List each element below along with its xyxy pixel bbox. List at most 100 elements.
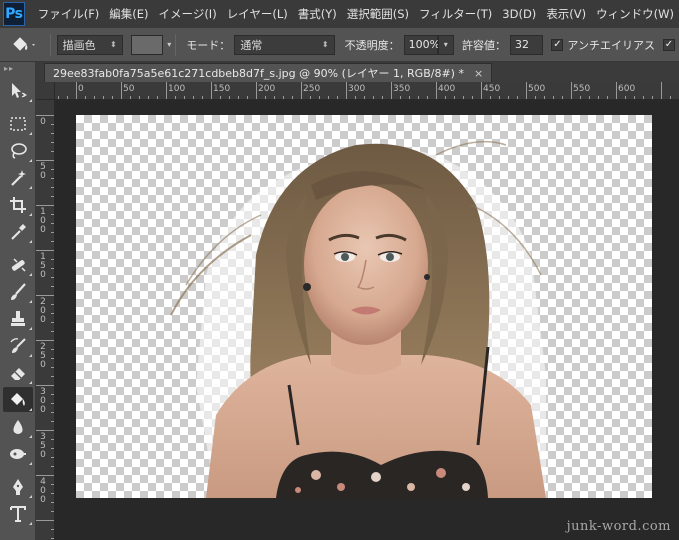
- crop-tool[interactable]: [3, 192, 33, 217]
- ruler-tick: [256, 82, 257, 99]
- pen-tool[interactable]: [3, 474, 33, 499]
- menu-edit[interactable]: 編集(E): [104, 0, 153, 28]
- ruler-tick: [36, 385, 54, 386]
- ruler-tick: [571, 82, 572, 99]
- document-tab[interactable]: 29ee83fab0fa75a5e61c271cdbeb8d7f_s.jpg @…: [44, 63, 493, 82]
- blend-mode-dropdown[interactable]: 通常 ⬍: [234, 34, 335, 55]
- magic-wand-tool[interactable]: [3, 165, 33, 190]
- ruler-tick: [526, 82, 527, 99]
- menu-window[interactable]: ウィンドウ(W): [591, 0, 679, 28]
- tool-flyout-indicator: [29, 327, 32, 330]
- document-canvas[interactable]: [76, 115, 652, 498]
- tool-flyout-indicator: [29, 300, 32, 303]
- menu-file[interactable]: ファイル(F): [33, 0, 105, 28]
- fill-source-dropdown[interactable]: 描画色 ⬍: [56, 34, 123, 55]
- menu-view[interactable]: 表示(V): [541, 0, 591, 28]
- antialias-option[interactable]: ✓ アンチエイリアス: [551, 37, 655, 53]
- ruler-label: 5 0: [40, 162, 46, 181]
- mode-label: モード：: [186, 38, 231, 52]
- opacity-slider-toggle[interactable]: ▾: [437, 34, 454, 55]
- blur-tool[interactable]: [3, 414, 33, 439]
- pattern-swatch[interactable]: ▾: [130, 34, 171, 55]
- brush-tool-icon: [11, 282, 26, 300]
- tolerance-label: 許容値：: [462, 38, 506, 52]
- ruler-label: 3 5 0: [40, 432, 46, 460]
- clone-stamp-tool-icon: [11, 310, 25, 326]
- tool-flyout-indicator: [29, 159, 32, 162]
- watermark: junk-word.com: [566, 519, 671, 534]
- menu-layer[interactable]: レイヤー(L): [222, 0, 293, 28]
- blend-mode-value: 通常: [240, 38, 263, 52]
- tool-flyout-indicator: [29, 381, 32, 384]
- ruler-label: 1 5 0: [40, 252, 46, 280]
- ruler-tick: [481, 82, 482, 99]
- fill-source-value: 描画色: [62, 38, 96, 52]
- blur-tool-icon: [13, 419, 23, 434]
- type-tool[interactable]: [3, 501, 33, 526]
- tool-separator: [0, 103, 35, 109]
- ruler-origin[interactable]: [36, 82, 55, 100]
- clone-stamp-tool[interactable]: [3, 306, 33, 331]
- ruler-label: 550: [573, 84, 591, 94]
- ruler-tick: [301, 82, 302, 99]
- horizontal-ruler[interactable]: 0 50 100 150 200 250 300 350 400 450 500 550 600: [55, 82, 679, 100]
- marquee-tool[interactable]: [3, 111, 33, 136]
- pen-tool-icon: [13, 478, 23, 495]
- paint-bucket-tool[interactable]: [3, 387, 33, 412]
- portrait-photo: [170, 140, 546, 498]
- ruler-tick: [391, 82, 392, 99]
- brush-tool[interactable]: [3, 279, 33, 304]
- eyedropper-tool-icon: [11, 223, 26, 240]
- tool-flyout-indicator: [29, 408, 32, 411]
- ruler-tick: [616, 82, 617, 99]
- move-tool[interactable]: [3, 78, 33, 103]
- paint-bucket-tool-icon: [11, 392, 25, 406]
- ruler-label: 350: [393, 84, 411, 94]
- lasso-tool[interactable]: [3, 138, 33, 163]
- eyedropper-tool[interactable]: [3, 219, 33, 244]
- chevron-down-icon: ▾: [443, 40, 448, 49]
- menu-3d[interactable]: 3D(D): [497, 0, 541, 28]
- menu-select[interactable]: 選択範囲(S): [342, 0, 414, 28]
- tool-flyout-indicator: [29, 240, 32, 243]
- history-brush-tool[interactable]: [3, 333, 33, 358]
- ruler-label: 0: [78, 84, 84, 94]
- document-tab-strip: 29ee83fab0fa75a5e61c271cdbeb8d7f_s.jpg @…: [36, 62, 679, 82]
- updown-arrows-icon: ⬍: [321, 40, 329, 49]
- updown-arrows-icon: ⬍: [109, 40, 117, 49]
- panel-grip-icon[interactable]: ▸▸: [0, 62, 35, 76]
- contiguous-option[interactable]: ✓: [662, 38, 679, 51]
- canvas-area[interactable]: junk-word.com: [55, 100, 679, 540]
- antialias-checkbox[interactable]: ✓: [551, 38, 564, 51]
- tolerance-field[interactable]: 32: [510, 34, 544, 55]
- healing-brush-tool-icon: [11, 257, 26, 272]
- tool-flyout-indicator: [29, 495, 32, 498]
- close-icon[interactable]: ×: [474, 67, 483, 80]
- menu-type[interactable]: 書式(Y): [293, 0, 342, 28]
- ruler-tick: [36, 430, 54, 431]
- tool-preset-picker[interactable]: [4, 32, 44, 58]
- menu-filter[interactable]: フィルター(T): [414, 0, 497, 28]
- eraser-tool[interactable]: [3, 360, 33, 385]
- ruler-label: 200: [258, 84, 276, 94]
- tool-flyout-indicator: [29, 186, 32, 189]
- ruler-tick: [36, 475, 54, 476]
- healing-brush-tool[interactable]: [3, 252, 33, 277]
- vertical-ruler[interactable]: 0 5 0 1 0 0 1 5 0 2 0 0 2 5 0 3 0 0 3 5 0 4 0 0: [36, 100, 55, 540]
- ruler-label: 2 5 0: [40, 342, 46, 370]
- tool-flyout-indicator: [29, 132, 32, 135]
- opacity-field[interactable]: 100%: [403, 34, 440, 55]
- dodge-tool[interactable]: [3, 441, 33, 466]
- tool-flyout-indicator: [29, 522, 32, 525]
- chevron-down-icon: ▾: [167, 40, 172, 49]
- ruler-label: 250: [303, 84, 321, 94]
- menu-bar: Ps ファイル(F) 編集(E) イメージ(I) レイヤー(L) 書式(Y) 選…: [0, 0, 679, 28]
- ruler-tick: [36, 520, 54, 521]
- menu-image[interactable]: イメージ(I): [154, 0, 222, 28]
- history-brush-tool-icon: [10, 337, 26, 353]
- contiguous-checkbox[interactable]: ✓: [662, 38, 675, 51]
- ruler-label: 500: [528, 84, 546, 94]
- ruler-label: 4 0 0: [40, 477, 46, 505]
- options-separator: [49, 33, 51, 56]
- ruler-tick: [211, 82, 212, 99]
